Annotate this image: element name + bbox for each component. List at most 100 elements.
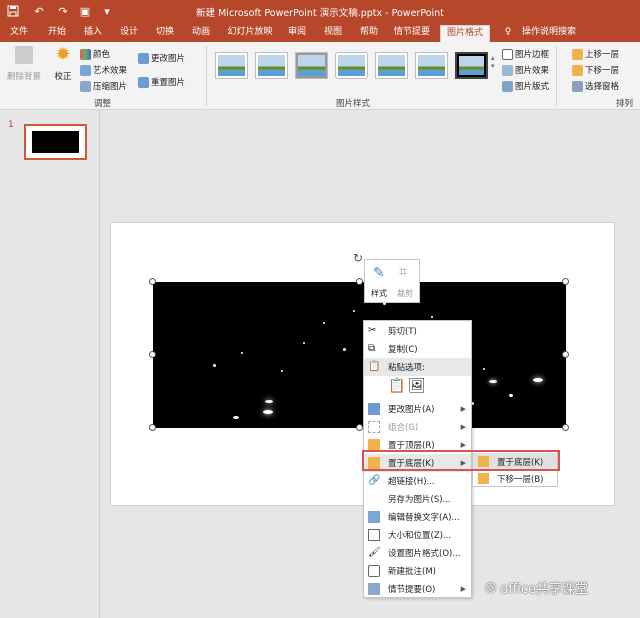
starry-picture[interactable] [153,282,566,428]
change-picture-label: 更改图片 [151,54,186,64]
tab-insert[interactable]: 插入 [80,25,106,42]
tab-transitions[interactable]: 切换 [152,25,178,42]
wechat-icon: ◎ [485,580,497,595]
picture-style-option[interactable] [295,52,328,79]
style-preview [298,55,325,76]
menu-item-format-picture[interactable]: 🖌 设置图片格式(O)... [364,544,471,562]
submenu-arrow-icon: ▶ [460,441,466,449]
send-backward-button[interactable]: 下移一层 [572,64,619,76]
submenu-arrow-icon: ▶ [460,585,466,593]
picture-style-option[interactable] [215,52,248,79]
picture-style-option[interactable] [335,52,368,79]
tab-view[interactable]: 视图 [320,25,346,42]
resize-handle[interactable] [149,278,156,285]
tell-me-search[interactable]: 操作说明搜索 [518,25,580,42]
hyperlink-icon: 🔗 [368,475,381,486]
picture-style-option[interactable] [255,52,288,79]
resize-handle[interactable] [356,424,363,431]
tab-help[interactable]: 帮助 [356,25,382,42]
remove-background-button[interactable]: 删除背景 [6,46,42,82]
bring-forward-button[interactable]: 上移一层 [572,48,619,60]
paste-as-picture-icon[interactable]: 🖼 [408,378,426,394]
picture-layout-button[interactable]: 图片版式 [502,80,549,92]
tab-design[interactable]: 设计 [116,25,142,42]
change-picture-button[interactable]: 更改图片 [138,52,185,64]
picture-effects-button[interactable]: 图片效果 [502,64,549,76]
menu-item-hyperlink[interactable]: 🔗 超链接(H)... [364,472,471,490]
size-position-icon [368,529,380,541]
mini-style-label[interactable]: 样式 [371,288,387,299]
border-icon [502,48,513,60]
tab-slideshow[interactable]: 幻灯片放映 [226,25,274,42]
menu-item-copy[interactable]: ⧉ 复制(C) [364,340,471,358]
menu-label: 另存为图片(S)... [388,495,451,505]
picture-border-button[interactable]: 图片边框 [502,48,549,60]
tab-home[interactable]: 开始 [44,25,70,42]
style-preview [258,55,285,76]
ribbon-tabs: 文件 开始 插入 设计 切换 动画 幻灯片放映 审阅 视图 帮助 情节提要 图片… [0,22,640,42]
menu-item-change-picture[interactable]: 更改图片(A) ▶ [364,400,471,418]
window-title: 新建 Microsoft PowerPoint 演示文稿.pptx - Powe… [196,8,444,19]
send-backward-icon [478,473,489,484]
artistic-effects-button[interactable]: 艺术效果 [80,64,127,76]
resize-handle[interactable] [562,351,569,358]
corrections-button[interactable]: ✹ 校正 [52,46,74,83]
resize-handle[interactable] [149,424,156,431]
color-button[interactable]: 颜色 [80,48,110,60]
reset-picture-button[interactable]: 重置图片 [138,76,185,88]
menu-label: 大小和位置(Z)... [388,531,452,541]
slide-thumbnail[interactable] [24,124,87,160]
picture-style-option[interactable] [375,52,408,79]
menu-item-edit-alt-text[interactable]: 编辑替换文字(A)... [364,508,471,526]
star [281,370,283,372]
paste-keep-format-icon[interactable]: 📋 [388,378,405,394]
rotate-handle-icon[interactable]: ↻ [353,251,363,265]
picture-styles-gallery: ▴ ▾ [212,52,497,88]
resize-handle[interactable] [562,424,569,431]
star [241,352,243,354]
resize-handle[interactable] [356,278,363,285]
tab-storyboard[interactable]: 情节提要 [392,25,432,42]
slide-number: 1 [8,120,14,130]
change-picture-icon [368,403,380,415]
lightbulb-icon: ♀ [504,27,512,37]
selection-pane-label: 选择窗格 [585,82,620,92]
menu-label: 组合(G) [388,423,419,433]
tab-picture-format[interactable]: 图片格式 [440,25,490,42]
resize-handle[interactable] [149,351,156,358]
tab-animations[interactable]: 动画 [188,25,214,42]
star [483,368,485,370]
picture-effects-label: 图片效果 [515,66,550,76]
resize-handle[interactable] [562,278,569,285]
selection-pane-button[interactable]: 选择窗格 [572,80,619,92]
arrange-group-label: 排列 [616,99,634,109]
gallery-more-icon[interactable]: ▴ ▾ [491,54,495,70]
color-label: 颜色 [93,50,111,60]
style-brush-icon[interactable]: ✎ [373,265,385,281]
highlight-box [362,450,560,471]
tab-file[interactable]: 文件 [6,25,32,42]
style-preview [218,55,245,76]
star [343,348,346,351]
picture-border-label: 图片边框 [515,50,550,60]
comment-icon [368,565,380,577]
menu-label: 复制(C) [388,345,418,355]
tab-review[interactable]: 审阅 [284,25,310,42]
menu-item-storyboard[interactable]: 情节提要(O) ▶ [364,580,471,598]
menu-item-save-as-picture[interactable]: 另存为图片(S)... [364,490,471,508]
menu-item-cut[interactable]: ✂ 剪切(T) [364,322,471,340]
mini-crop-label[interactable]: 裁剪 [397,288,413,299]
compress-pictures-button[interactable]: 压缩图片 [80,80,127,92]
menu-item-group[interactable]: 组合(G) ▶ [364,418,471,436]
storyboard-icon [368,583,380,595]
menu-item-new-comment[interactable]: 新建批注(M) [364,562,471,580]
slide-thumbnail-pane [0,110,100,618]
star [533,378,543,382]
menu-label: 情节提要(O) [388,585,436,595]
submenu-item-send-backward[interactable]: 下移一层(B) [473,470,557,487]
crop-icon[interactable]: ⌗ [399,264,407,280]
menu-item-size-position[interactable]: 大小和位置(Z)... [364,526,471,544]
picture-style-option[interactable] [415,52,448,79]
reset-picture-label: 重置图片 [151,78,186,88]
picture-style-option-selected[interactable] [455,52,488,79]
